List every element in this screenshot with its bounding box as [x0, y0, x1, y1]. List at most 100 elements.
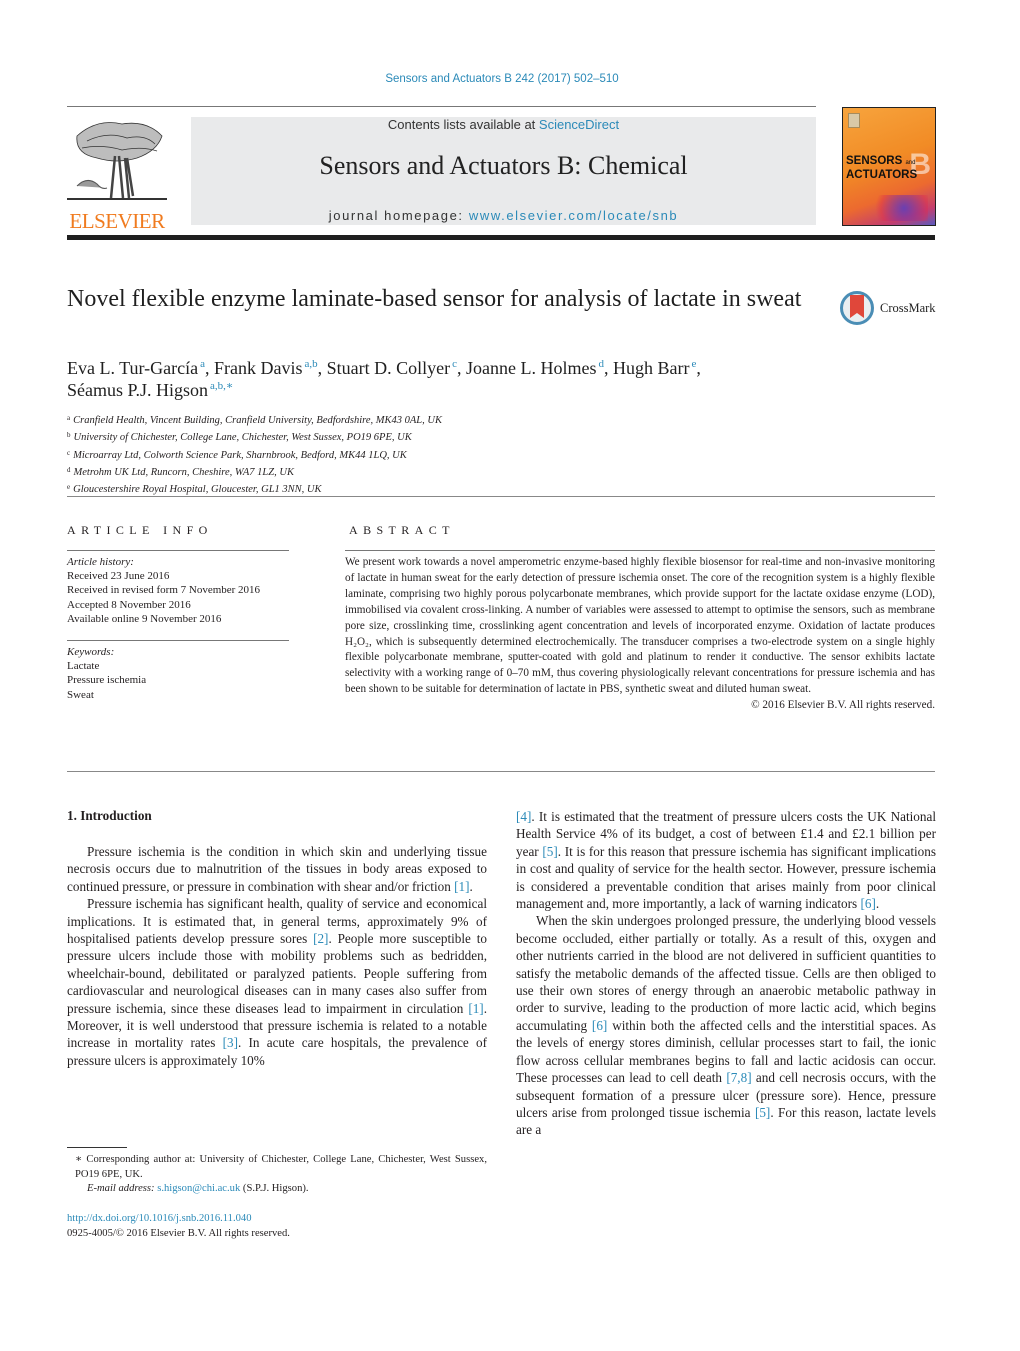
- footnote-rule: [67, 1147, 127, 1148]
- keyword: Pressure ischemia: [67, 674, 147, 687]
- header-rule: [67, 106, 816, 107]
- author-separator: ,: [205, 358, 214, 378]
- author: Frank Davis a,b,: [214, 358, 327, 378]
- cover-title-line2: ACTUATORS: [846, 169, 918, 181]
- reference-link[interactable]: [5]: [755, 1105, 770, 1120]
- elsevier-tree-icon: [67, 122, 167, 200]
- affiliation: b University of Chichester, College Lane,…: [67, 428, 567, 445]
- affiliation-key: c: [67, 448, 71, 457]
- author: Eva L. Tur-García a,: [67, 358, 214, 378]
- divider: [67, 640, 289, 641]
- affiliation-key: e: [67, 483, 71, 492]
- issn-copyright: 0925-4005/© 2016 Elsevier B.V. All right…: [67, 1227, 290, 1239]
- abstract-text: We present work towards a novel amperome…: [345, 556, 935, 632]
- abstract-heading: ABSTRACT: [349, 523, 455, 537]
- history-item: Available online 9 November 2016: [67, 612, 222, 625]
- affiliation: a Cranfield Health, Vincent Building, Cra…: [67, 411, 567, 428]
- reference-link[interactable]: [5]: [542, 844, 557, 859]
- cover-title: SENSORS and ACTUATORS: [846, 155, 917, 181]
- email-link[interactable]: s.higson@chi.ac.uk: [157, 1183, 240, 1194]
- reference-link[interactable]: [1]: [454, 879, 469, 894]
- author-name: Frank Davis: [214, 358, 303, 378]
- keyword: Sweat: [67, 688, 94, 701]
- corresponding-author-note: ∗ Corresponding author at: University of…: [75, 1154, 487, 1180]
- author-name: Stuart D. Collyer: [326, 358, 451, 378]
- journal-cover-image[interactable]: B SENSORS and ACTUATORS: [842, 107, 936, 226]
- history-item: Received in revised form 7 November 2016: [67, 584, 261, 597]
- reference-link[interactable]: [1]: [468, 1001, 483, 1016]
- contents-line: Contents lists available at ScienceDirec…: [191, 117, 816, 132]
- reference-link[interactable]: [3]: [223, 1035, 238, 1050]
- affiliation-key: b: [67, 431, 71, 440]
- author: Joanne L. Holmes d,: [466, 358, 613, 378]
- divider: [67, 496, 935, 497]
- crossmark-label: CrossMark: [880, 301, 936, 315]
- paragraph: When the skin undergoes prolonged pressu…: [516, 912, 936, 1138]
- cover-artwork: [868, 195, 928, 221]
- affiliation-key: a: [67, 414, 71, 422]
- divider: [67, 771, 935, 772]
- paragraph: Pressure ischemia is the condition in wh…: [67, 843, 487, 895]
- divider: [67, 550, 289, 551]
- elsevier-wordmark: ELSEVIER: [69, 209, 165, 233]
- reference-link[interactable]: [4]: [516, 809, 531, 824]
- author-name: Séamus P.J. Higson: [67, 380, 209, 400]
- email-label: E-mail address:: [87, 1183, 155, 1194]
- cover-title-and: and: [905, 160, 916, 166]
- author: Séamus P.J. Higson a,b,∗: [67, 380, 233, 400]
- divider: [345, 550, 935, 551]
- author-list: Eva L. Tur-García a, Frank Davis a,b, Stua…: [67, 357, 827, 401]
- article-title: Novel flexible enzyme laminate-based sen…: [67, 286, 802, 312]
- paragraph-text: When the skin undergoes prolonged pressu…: [516, 913, 936, 1033]
- paragraph: Pressure ischemia has significant health…: [67, 895, 487, 1069]
- reference-link[interactable]: [7,8]: [726, 1070, 751, 1085]
- author-name: Hugh Barr: [613, 358, 690, 378]
- body-column-left: Pressure ischemia is the condition in wh…: [67, 843, 487, 1069]
- affiliation-text: Gloucestershire Royal Hospital, Gloucest…: [73, 484, 322, 496]
- footnote: ∗ Corresponding author at: University of…: [67, 1153, 487, 1197]
- author-separator: ,: [696, 358, 701, 378]
- affiliation-list: a Cranfield Health, Vincent Building, Cra…: [67, 411, 567, 497]
- header-thick-rule: [67, 235, 935, 240]
- doi-link[interactable]: http://dx.doi.org/10.1016/j.snb.2016.11.…: [67, 1213, 252, 1224]
- doi-block: http://dx.doi.org/10.1016/j.snb.2016.11.…: [67, 1212, 290, 1241]
- affiliation-text: Cranfield Health, Vincent Building, Cran…: [73, 415, 442, 426]
- affiliation-text: Microarray Ltd, Colworth Science Park, S…: [73, 449, 407, 461]
- author: Hugh Barr e,: [613, 358, 701, 378]
- keywords: Keywords: Lactate Pressure ischemia Swea…: [67, 645, 297, 702]
- elsevier-logo[interactable]: ELSEVIER: [67, 116, 167, 233]
- chemical-formula: H₂O₂: [345, 635, 369, 648]
- author-separator: ,: [317, 358, 327, 378]
- author-separator: ,: [604, 358, 614, 378]
- reference-link[interactable]: [6]: [592, 1018, 607, 1033]
- author-affiliation-link[interactable]: a,b: [305, 358, 318, 370]
- history-label: Article history:: [67, 556, 134, 568]
- abstract-copyright: © 2016 Elsevier B.V. All rights reserved…: [751, 699, 935, 712]
- article-history: Article history: Received 23 June 2016 R…: [67, 555, 297, 626]
- author-name: Joanne L. Holmes: [466, 358, 597, 378]
- homepage-prefix: journal homepage:: [328, 208, 469, 223]
- homepage-link[interactable]: www.elsevier.com/locate/snb: [469, 208, 678, 223]
- history-item: Accepted 8 November 2016: [67, 598, 191, 611]
- author-affiliation-link[interactable]: a,b,∗: [210, 380, 233, 392]
- contents-prefix: Contents lists available at: [387, 117, 539, 132]
- section-heading: 1. Introduction: [67, 808, 152, 823]
- author: Stuart D. Collyer c,: [327, 358, 466, 378]
- sciencedirect-link[interactable]: ScienceDirect: [539, 117, 619, 132]
- history-item: Received 23 June 2016: [67, 570, 170, 583]
- paragraph-text: Pressure ischemia is the condition in wh…: [67, 844, 487, 894]
- reference-link[interactable]: [6]: [860, 896, 875, 911]
- affiliation: d Metrohm UK Ltd, Runcorn, Cheshire, WA7 …: [67, 463, 567, 480]
- reference-link[interactable]: [2]: [313, 931, 328, 946]
- crossmark-button[interactable]: CrossMark: [839, 290, 939, 330]
- journal-citation[interactable]: Sensors and Actuators B 242 (2017) 502–5…: [0, 73, 1004, 85]
- journal-homepage: journal homepage: www.elsevier.com/locat…: [191, 208, 816, 223]
- affiliation-text: Metrohm UK Ltd, Runcorn, Cheshire, WA7 1…: [73, 466, 294, 478]
- author-separator: ,: [457, 358, 467, 378]
- keywords-label: Keywords:: [67, 646, 115, 658]
- paragraph-text: .: [875, 896, 880, 912]
- affiliation: e Gloucestershire Royal Hospital, Glouces…: [67, 480, 567, 497]
- author-name: Eva L. Tur-García: [67, 358, 199, 378]
- paragraph-text: .: [469, 878, 473, 894]
- affiliation-text: University of Chichester, College Lane, …: [73, 432, 412, 444]
